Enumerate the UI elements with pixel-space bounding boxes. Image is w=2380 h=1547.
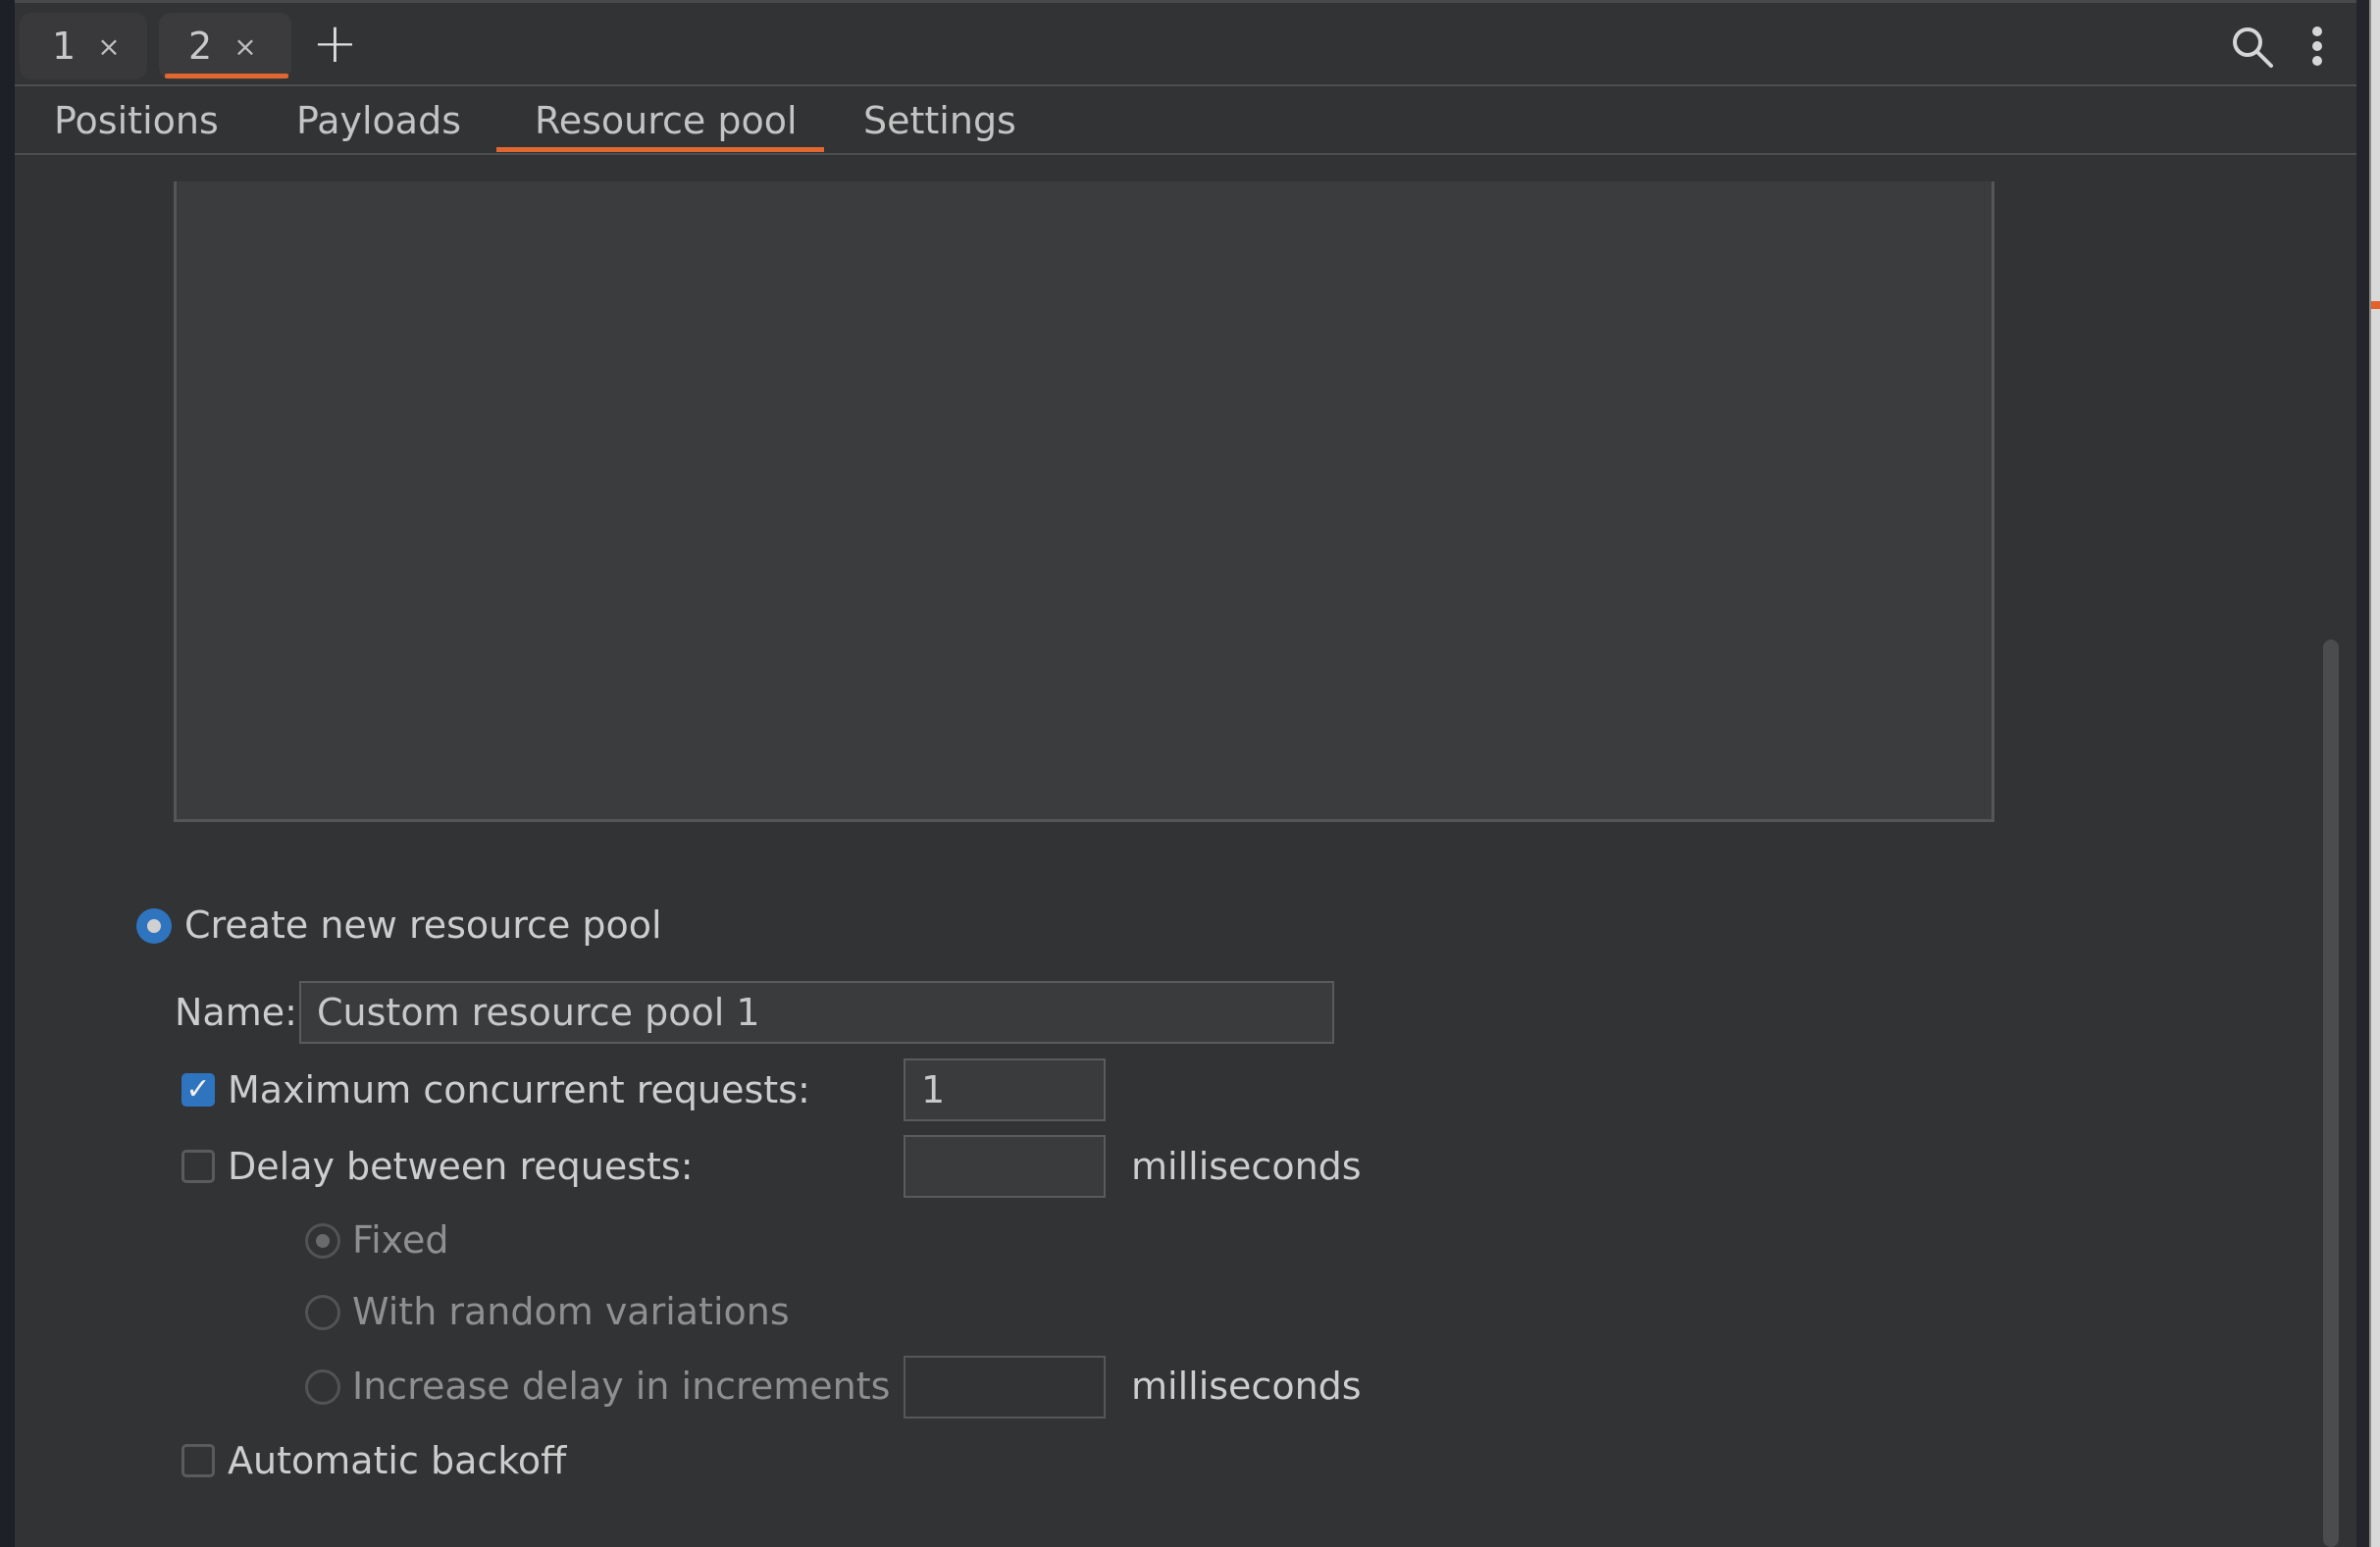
close-icon[interactable]: × [97, 30, 120, 63]
accent-marker [2371, 301, 2380, 309]
name-label: Name: [175, 991, 297, 1034]
increase-delay-radio[interactable] [305, 1369, 340, 1405]
divider [15, 153, 2356, 155]
add-tab-button[interactable]: + [312, 14, 358, 75]
tab-payloads[interactable]: Payloads [296, 90, 461, 151]
increment-unit-label: milliseconds [1131, 1365, 1362, 1408]
tab-settings[interactable]: Settings [863, 90, 1016, 151]
active-subtab-indicator [496, 147, 824, 152]
tab-positions[interactable]: Positions [54, 90, 219, 151]
automatic-backoff-checkbox[interactable] [181, 1444, 215, 1477]
window-right-edge [2356, 0, 2369, 1547]
more-vertical-icon[interactable] [2307, 26, 2327, 71]
close-icon[interactable]: × [233, 30, 256, 63]
divider [15, 84, 2356, 86]
vertical-scrollbar[interactable] [2323, 640, 2339, 1547]
increase-delay-label: Increase delay in increments of [352, 1365, 939, 1408]
tab-resource-pool[interactable]: Resource pool [535, 90, 798, 151]
random-variations-radio[interactable] [305, 1295, 340, 1330]
create-new-pool-label: Create new resource pool [184, 903, 662, 947]
request-tab-1[interactable]: 1 × [20, 13, 147, 79]
delay-between-input[interactable] [904, 1135, 1106, 1198]
increment-input[interactable] [904, 1356, 1106, 1418]
delay-unit-label: milliseconds [1131, 1145, 1362, 1188]
delay-between-label: Delay between requests: [228, 1145, 694, 1188]
random-variations-label: With random variations [352, 1290, 790, 1333]
active-tab-indicator [165, 74, 288, 78]
adjacent-pane-edge [2369, 0, 2380, 1547]
max-concurrent-label: Maximum concurrent requests: [228, 1068, 810, 1111]
fixed-delay-radio[interactable] [305, 1223, 340, 1259]
request-tab-2[interactable]: 2 × [159, 13, 291, 79]
resource-pool-table[interactable] [174, 181, 1994, 822]
request-tab-bar [15, 3, 2356, 85]
fixed-delay-label: Fixed [352, 1218, 449, 1262]
delay-between-checkbox[interactable] [181, 1150, 215, 1183]
search-icon[interactable] [2229, 24, 2276, 71]
automatic-backoff-label: Automatic backoff [228, 1439, 567, 1482]
tab-label: 1 [52, 25, 77, 68]
max-concurrent-input[interactable] [904, 1058, 1106, 1121]
pool-name-input[interactable] [299, 981, 1334, 1044]
create-new-pool-radio[interactable] [136, 908, 172, 944]
window-left-edge [0, 0, 15, 1547]
tab-label: 2 [188, 25, 213, 68]
max-concurrent-checkbox[interactable]: ✓ [181, 1073, 215, 1107]
